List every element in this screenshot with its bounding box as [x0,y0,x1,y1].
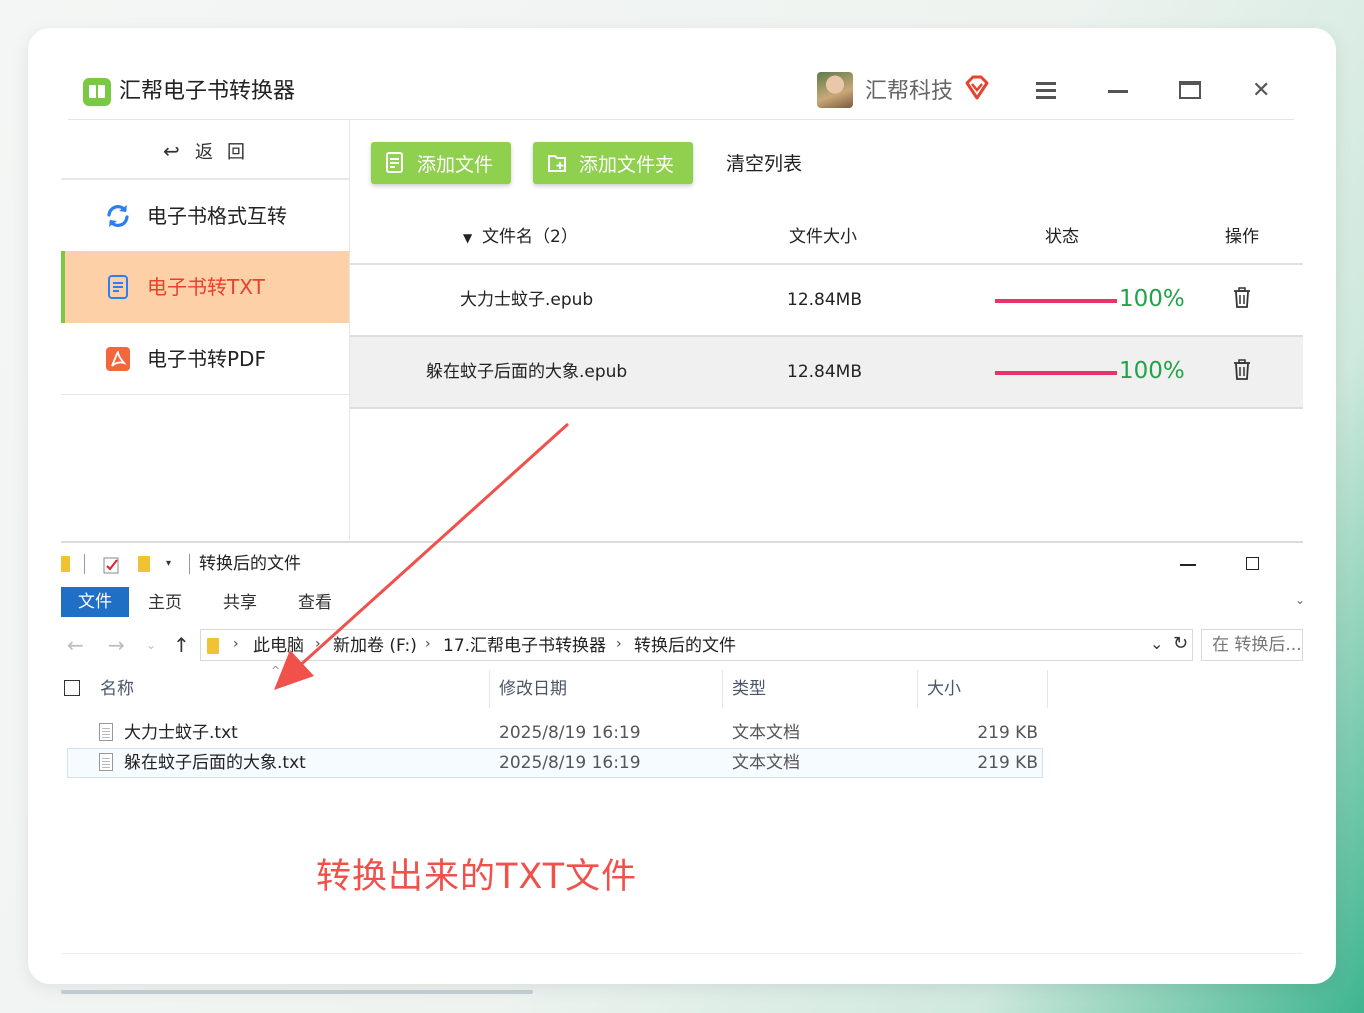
annotation-arrow [274,422,570,690]
annotation-text: 转换出来的TXT文件 [316,857,638,897]
horizontal-scrollbar[interactable] [61,990,533,994]
